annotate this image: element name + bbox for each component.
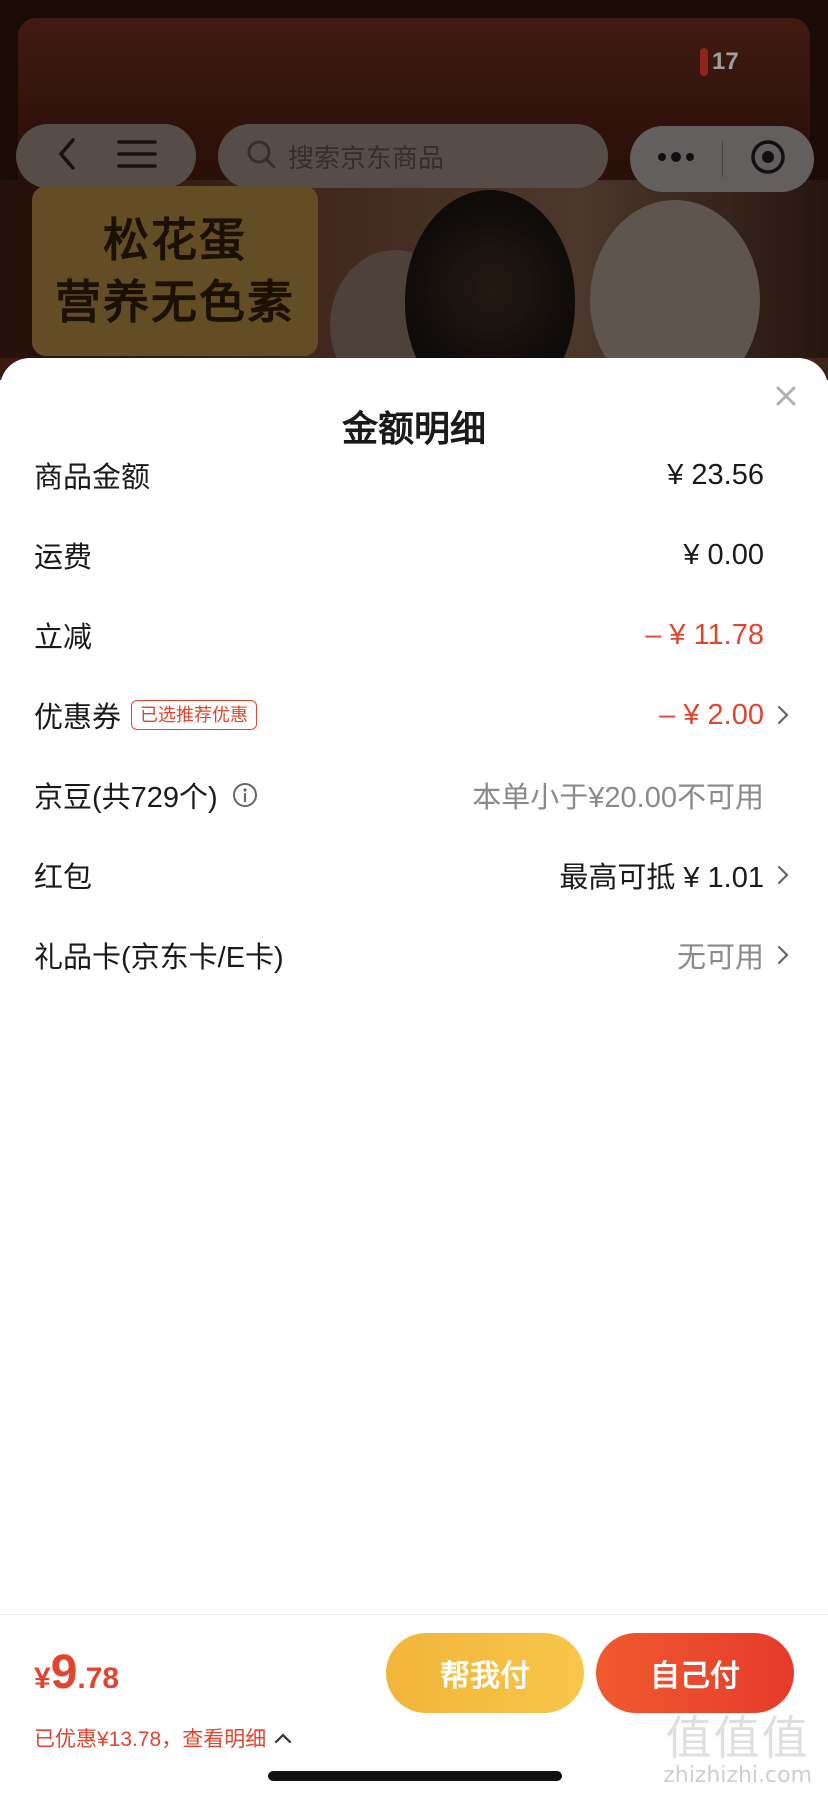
chevron-up-icon: [266, 1726, 292, 1750]
badge-bar: [700, 48, 708, 76]
row-label: 礼品卡(京东卡/E卡): [34, 942, 284, 974]
row-value: 本单小于¥20.00不可用: [472, 782, 764, 814]
row-value: – ¥ 11.78: [645, 618, 764, 651]
row-instant-discount: 立减 – ¥ 11.78: [34, 607, 794, 663]
info-icon[interactable]: [232, 782, 258, 808]
menu-icon[interactable]: [117, 138, 157, 175]
notification-badge: 17: [700, 48, 739, 76]
row-label: 优惠券: [34, 702, 122, 734]
nav-pill: [16, 124, 196, 188]
chevron-right-icon: [772, 704, 794, 726]
price-symbol: ¥: [34, 1662, 51, 1695]
watermark-logo: 值值值: [665, 1711, 810, 1765]
search-input[interactable]: 搜索京东商品: [218, 124, 608, 188]
row-value: – ¥ 2.00: [659, 698, 764, 731]
chevron-right-icon: [772, 944, 794, 966]
help-me-pay-button[interactable]: 帮我付: [386, 1633, 584, 1713]
search-placeholder: 搜索京东商品: [288, 142, 445, 173]
total-price: ¥ 9 .78: [34, 1645, 119, 1700]
more-dots-icon: [656, 150, 696, 168]
back-icon[interactable]: [55, 136, 79, 177]
watermark: 值值值 zhizhizhi.com: [663, 1713, 812, 1788]
row-shipping: 运费 ¥ 0.00: [34, 527, 794, 583]
row-jingdou: 京豆(共729个) 本单小于¥20.00不可用: [34, 767, 794, 823]
badge-count: 17: [712, 48, 739, 75]
coupon-recommended-tag: 已选推荐优惠: [131, 700, 258, 730]
price-decimal: .78: [77, 1662, 120, 1695]
row-goods-amount: 商品金额 ¥ 23.56: [34, 447, 794, 503]
row-label: 京豆(共729个): [34, 782, 218, 814]
row-value: 最高可抵 ¥ 1.01: [559, 862, 764, 894]
promo-line-1: 松花蛋: [103, 214, 247, 266]
row-red-packet[interactable]: 红包 最高可抵 ¥ 1.01: [34, 847, 794, 903]
row-coupon[interactable]: 优惠券 已选推荐优惠 – ¥ 2.00: [34, 687, 794, 743]
background-page: 松花蛋 营养无色素 17 搜索京东商品: [0, 0, 828, 380]
row-label: 运费: [34, 542, 93, 574]
checkout-bar: ¥ 9 .78 已优惠¥13.78，查看明细 帮我付 自己付 值值值 zhizh…: [0, 1614, 828, 1796]
promo-line-2: 营养无色素: [55, 276, 295, 328]
pay-myself-button[interactable]: 自己付: [596, 1633, 794, 1713]
row-gift-card[interactable]: 礼品卡(京东卡/E卡) 无可用: [34, 927, 794, 983]
promo-box: 松花蛋 营养无色素: [32, 186, 318, 356]
row-value: ¥ 23.56: [667, 458, 764, 491]
watermark-domain: zhizhizhi.com: [663, 1763, 812, 1788]
more-button[interactable]: [630, 126, 722, 192]
search-icon: [246, 139, 276, 174]
view-details-link[interactable]: 已优惠¥13.78，查看明细: [34, 1723, 292, 1753]
row-value: ¥ 0.00: [683, 538, 764, 571]
sheet-title: 金额明细: [341, 408, 486, 449]
saved-text: 已优惠¥13.78，查看明细: [34, 1728, 267, 1751]
amount-detail-sheet: 金额明细 商品金额 ¥ 23.56 运费 ¥ 0.00 立减 – ¥ 11.78…: [0, 358, 828, 1796]
mini-program-capsule: [630, 126, 814, 192]
row-label: 红包: [34, 862, 93, 894]
row-value: 无可用: [676, 942, 764, 974]
row-label: 立减: [34, 622, 93, 654]
target-icon: [749, 138, 787, 181]
home-indicator: [268, 1771, 562, 1781]
close-miniapp-button[interactable]: [723, 126, 815, 192]
chevron-right-icon: [772, 864, 794, 886]
price-integer: 9: [50, 1646, 78, 1699]
row-label: 商品金额: [34, 462, 151, 494]
